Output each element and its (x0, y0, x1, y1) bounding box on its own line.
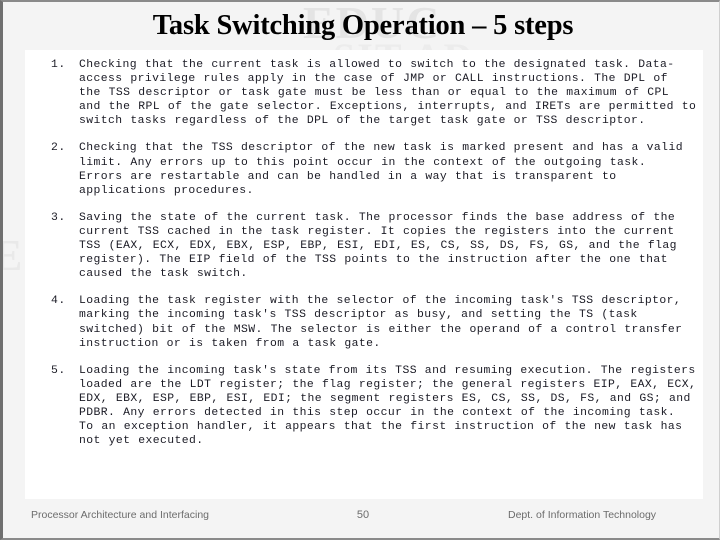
step-text: Loading the task register with the selec… (79, 295, 691, 350)
footer-course-name: Processor Architecture and Interfacing (31, 509, 210, 521)
steps-list: 1. Checking that the current task is all… (37, 58, 697, 461)
step-number: 2. (51, 142, 66, 155)
list-item: 4. Loading the task register with the se… (37, 294, 697, 350)
step-text: Saving the state of the current task. Th… (79, 211, 685, 281)
list-item: 3. Saving the state of the current task.… (37, 211, 697, 281)
list-item: 2. Checking that the TSS descriptor of t… (37, 141, 697, 197)
step-text: Checking that the current task is allowe… (79, 59, 697, 128)
slide: EDUC SIT AD ECH Task Switching Operation… (0, 0, 720, 540)
slide-title: Task Switching Operation – 5 steps (152, 10, 574, 41)
step-number: 5. (51, 364, 66, 377)
list-item: 1. Checking that the current task is all… (37, 58, 697, 128)
step-text: Loading the incoming task's state from i… (79, 364, 697, 448)
step-number: 1. (51, 59, 66, 71)
step-number: 3. (51, 211, 66, 224)
footer-page-number: 50 (356, 509, 370, 521)
list-item: 5. Loading the incoming task's state fro… (37, 364, 697, 449)
step-number: 4. (51, 295, 66, 308)
content-panel: 1. Checking that the current task is all… (25, 50, 703, 499)
step-text: Checking that the TSS descriptor of the … (79, 142, 691, 197)
footer-department: Dept. of Information Technology (508, 509, 657, 521)
slide-footer: Processor Architecture and Interfacing 5… (3, 507, 719, 531)
